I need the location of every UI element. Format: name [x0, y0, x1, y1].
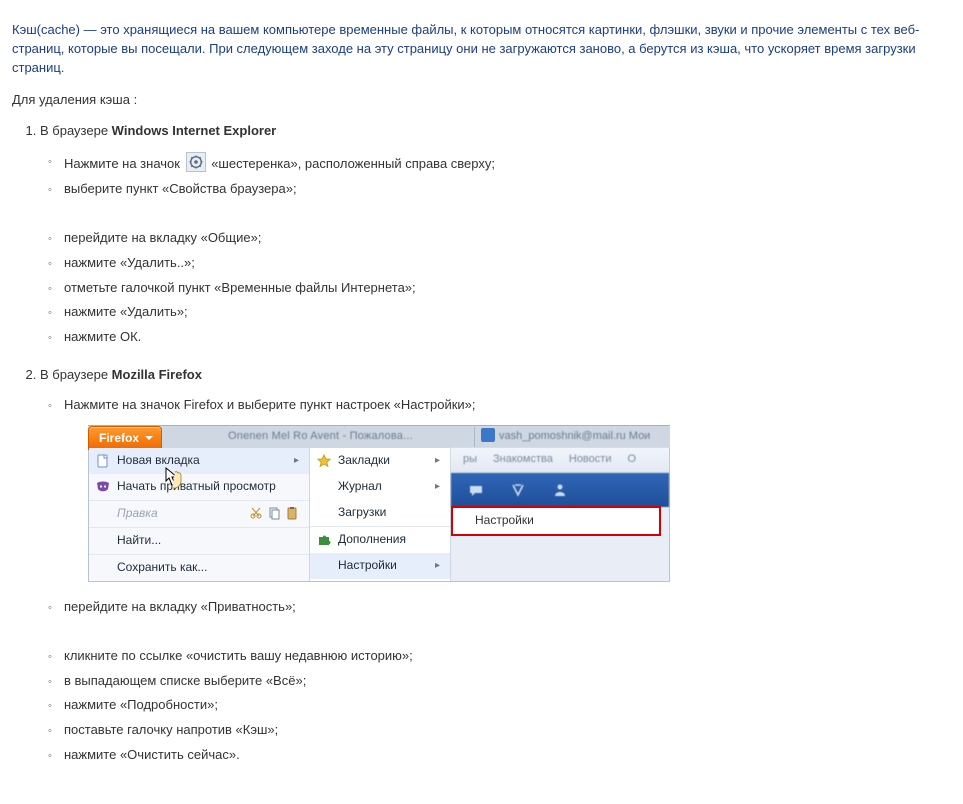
nav-blur-item: Знакомства [493, 452, 553, 468]
settings-submenu-highlight[interactable]: Настройки [451, 506, 661, 536]
letter-icon [511, 483, 525, 497]
gear-icon [186, 152, 206, 172]
firefox-titlebar: Firefox Onenen Mel Ro Avent - Пожалова..… [88, 425, 670, 448]
nav-blur-item: ры [463, 452, 477, 468]
ff-screenshot-wrap: Firefox Onenen Mel Ro Avent - Пожалова..… [64, 418, 951, 595]
menu-addons[interactable]: Дополнения [310, 527, 450, 553]
ie-step: перейдите на вкладку «Общие»; [64, 226, 951, 251]
section-ff-name: Mozilla Firefox [112, 367, 202, 382]
menu-save-as-label: Сохранить как... [117, 559, 207, 576]
ie-step: нажмите ОК. [64, 325, 951, 350]
menu-col1: Новая вкладка ▸ Начать приватный просмот… [89, 448, 310, 581]
ff-step: поставьте галочку напротив «Кэш»; [64, 718, 951, 743]
section-ie-prefix: В браузере [40, 123, 112, 138]
settings-submenu-label: Настройки [475, 512, 534, 529]
cursor-icon [163, 466, 183, 490]
menu-private-label: Начать приватный просмотр [117, 478, 276, 495]
menu-downloads[interactable]: Загрузки [310, 500, 450, 527]
chat-icon [469, 483, 483, 497]
page-nav-blur: ры Знакомства Новости О [451, 448, 669, 473]
page-behind: ры Знакомства Новости О Н [451, 448, 669, 581]
menu-edit: Правка [89, 501, 309, 528]
person-icon [553, 483, 567, 497]
ie-step: выберите пункт «Свойства браузера»; [64, 177, 951, 202]
menu-save-as[interactable]: Сохранить как... [89, 555, 309, 581]
menu-new-tab[interactable]: Новая вкладка ▸ [89, 448, 309, 474]
nav-blur-item: О [627, 452, 636, 468]
firefox-menu-screenshot: Firefox Onenen Mel Ro Avent - Пожалова..… [88, 425, 670, 582]
mask-icon [96, 480, 110, 499]
section-ie-name: Windows Internet Explorer [112, 123, 277, 138]
ff-step: в выпадающем списке выберите «Всё»; [64, 669, 951, 694]
ff-step: перейдите на вкладку «Приватность»; [64, 595, 951, 620]
ie-step-gear-pre: Нажмите на значок [64, 156, 184, 171]
menu-edit-label: Правка [117, 505, 158, 522]
menu-bookmarks-label: Закладки [338, 452, 390, 469]
menu-private[interactable]: Начать приватный просмотр [89, 474, 309, 501]
chevron-right-icon: ▸ [435, 559, 440, 574]
cut-icon[interactable] [249, 506, 263, 520]
ff-step: нажмите «Очистить сейчас». [64, 743, 951, 768]
tab2-blur: vash_pomoshnik@mail.ru Мои теле... [474, 427, 670, 447]
chevron-right-icon: ▸ [435, 454, 440, 469]
nav-blur-item: Новости [569, 452, 612, 468]
chevron-right-icon: ▸ [435, 480, 440, 495]
menu-journal-label: Журнал [338, 478, 382, 495]
ie-step-gear: Нажмите на значок «шестеренка», располо [64, 149, 951, 177]
ff-step: Нажмите на значок Firefox и выберите пун… [64, 393, 951, 418]
menu-settings[interactable]: Настройки ▸ [310, 553, 450, 579]
section-ie: В браузере Windows Internet Explorer Наж… [40, 122, 951, 350]
menu-journal[interactable]: Журнал ▸ [310, 474, 450, 500]
menu-find-label: Найти... [117, 532, 161, 549]
menu-settings-label: Настройки [338, 557, 397, 574]
menu-bookmarks[interactable]: Закладки ▸ [310, 448, 450, 474]
mail-icon [481, 428, 495, 442]
ie-step: нажмите «Удалить»; [64, 300, 951, 325]
copy-icon[interactable] [267, 506, 281, 520]
page-bluebar [451, 473, 669, 507]
puzzle-icon [317, 533, 331, 552]
star-icon [317, 454, 331, 473]
ie-step: нажмите «Удалить..»; [64, 251, 951, 276]
firefox-button[interactable]: Firefox [88, 426, 162, 450]
menu-find[interactable]: Найти... [89, 528, 309, 555]
lead-line: Для удаления кэша : [12, 91, 951, 110]
paste-icon[interactable] [285, 506, 299, 520]
menu-new-tab-label: Новая вкладка [117, 452, 200, 469]
ff-step: кликните по ссылке «очистить вашу недавн… [64, 644, 951, 669]
ff-step: нажмите «Подробности»; [64, 693, 951, 718]
chevron-right-icon: ▸ [294, 454, 299, 469]
menu-downloads-label: Загрузки [338, 504, 386, 521]
section-ff-prefix: В браузере [40, 367, 112, 382]
menu-addons-label: Дополнения [338, 531, 406, 548]
intro-paragraph: Кэш(cache) — это хранящиеся на вашем ком… [12, 21, 951, 78]
ie-step-gear-post: «шестеренка», расположенный справа сверх… [211, 156, 495, 171]
tab-title-blur: Onenen Mel Ro Avent - Пожалова... [228, 429, 413, 445]
menu-col2: Закладки ▸ Журнал ▸ Загрузки [310, 448, 451, 581]
ie-step: отметьте галочкой пункт «Временные файлы… [64, 276, 951, 301]
page-icon [96, 454, 110, 473]
section-ff: В браузере Mozilla Firefox Нажмите на зн… [40, 366, 951, 768]
